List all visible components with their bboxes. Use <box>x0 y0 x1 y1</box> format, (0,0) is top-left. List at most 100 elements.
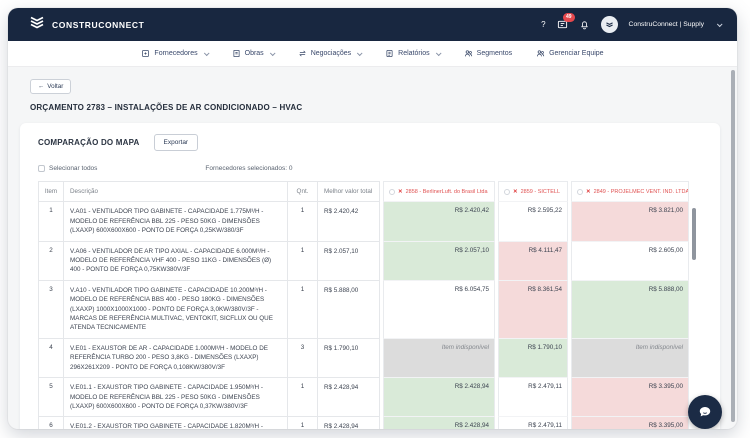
chevron-down-icon <box>435 49 442 56</box>
nav-item-obras[interactable]: Obras <box>232 49 276 58</box>
relatorios-icon <box>386 49 393 58</box>
nav-item-gerenciar-equipe[interactable]: Gerenciar Equipe <box>536 49 604 58</box>
nav-item-relatorios[interactable]: Relatórios <box>385 49 442 58</box>
topbar: CONSTRUCONNECT ? 49 ConstruConnect | Sup… <box>8 8 737 41</box>
offer-cell: R$ 3.821,00 <box>571 202 689 242</box>
table-row: 3 V.A10 - VENTILADOR TIPO GABINETE - CAPA… <box>38 280 695 339</box>
offer-cell: R$ 4.111,47 <box>498 241 568 281</box>
construconnect-logo-icon <box>28 14 46 35</box>
offer-cell: R$ 2.605,00 <box>571 241 689 281</box>
remove-supplier-icon[interactable]: ✕ <box>398 189 403 195</box>
nav-item-negociacoes[interactable]: Negociações <box>298 49 363 58</box>
row-description: V.A10 - VENTILADOR TIPO GABINETE - CAPAC… <box>64 280 288 339</box>
row-best-total: R$ 1.790,10 <box>318 338 380 379</box>
nav-item-label: Gerenciar Equipe <box>549 50 604 57</box>
obras-icon <box>233 50 240 57</box>
nav-item-label: Obras <box>244 50 264 57</box>
arrow-left-icon: ← <box>38 83 45 90</box>
table-header-row: Item Descrição Qnt. Melhor valor total ✕ 2858… <box>38 181 695 203</box>
offer-cell: R$ 2.428,94 <box>383 417 495 429</box>
select-all[interactable]: Selecionar todos <box>38 165 97 172</box>
row-best-total: R$ 2.057,10 <box>318 241 380 281</box>
row-qty: 3 <box>288 338 318 379</box>
row-description: V.E01 - EXAUSTOR DE AR - CAPACIDADE 1.00… <box>64 338 288 379</box>
row-description: V.E01.1 - EXAUSTOR TIPO GABINETE - CAPAC… <box>64 378 288 418</box>
back-label: Voltar <box>47 83 64 90</box>
table-scrollbar[interactable] <box>692 208 696 260</box>
supplier-name: 2858 - BerlinerLuft. do Brasil Ltda <box>405 188 488 195</box>
header-description: Descrição <box>64 181 288 203</box>
supplier-checkbox[interactable] <box>389 188 395 195</box>
chevron-down-icon <box>203 49 210 56</box>
offer-cell: Item indisponível <box>383 338 495 379</box>
supplier-name: 2859 - SICTELL <box>520 188 561 195</box>
header-best-total: Melhor valor total <box>318 181 380 203</box>
chat-bubble-button[interactable] <box>688 395 722 429</box>
select-all-checkbox[interactable] <box>38 165 45 172</box>
card-title: COMPARAÇÃO DO MAPA <box>38 138 140 147</box>
back-button[interactable]: ← Voltar <box>30 79 72 94</box>
supplier-checkbox[interactable] <box>504 188 510 195</box>
page-title: ORÇAMENTO 2783 – INSTALAÇÕES DE AR CONDI… <box>30 103 303 112</box>
main-nav: Fornecedores Obras Negociações Relatórios Se… <box>8 41 737 67</box>
bell-icon <box>580 21 588 30</box>
table-row: 4 V.E01 - EXAUSTOR DE AR - CAPACIDADE 1.0… <box>38 338 695 379</box>
account-menu[interactable]: ConstruConnect | Supply <box>629 21 704 28</box>
supplier-checkbox[interactable] <box>577 188 583 195</box>
help-icon[interactable]: ? <box>541 20 545 29</box>
nav-item-label: Negociações <box>310 50 352 57</box>
row-description: V.E01.2 - EXAUSTOR TIPO GABINETE - CAPAC… <box>64 417 288 429</box>
row-qty: 1 <box>288 280 318 339</box>
messages-button[interactable]: 49 <box>557 13 575 30</box>
brand: CONSTRUCONNECT <box>28 14 144 35</box>
row-qty: 1 <box>288 241 318 281</box>
row-best-total: R$ 5.888,00 <box>318 280 380 339</box>
row-item-number: 1 <box>38 202 64 242</box>
row-item-number: 4 <box>38 338 64 379</box>
offer-cell: R$ 5.888,00 <box>571 280 689 339</box>
row-item-number: 2 <box>38 241 64 281</box>
negociacoes-icon <box>299 50 306 57</box>
offer-cell: R$ 2.420,42 <box>383 202 495 242</box>
row-item-number: 3 <box>38 280 64 339</box>
select-all-label: Selecionar todos <box>49 165 98 172</box>
offer-cell: R$ 2.479,11 <box>498 417 568 429</box>
chevron-down-icon <box>716 20 723 27</box>
export-button[interactable]: Exportar <box>153 134 199 151</box>
comparison-card: COMPARAÇÃO DO MAPA Exportar Selecionar t… <box>20 123 720 429</box>
nav-item-label: Relatórios <box>398 50 430 57</box>
chat-bubble-icon <box>699 407 711 417</box>
offer-cell: R$ 8.361,54 <box>498 280 568 339</box>
row-description: V.A01 - VENTILADOR TIPO GABINETE - CAPAC… <box>64 202 288 242</box>
page-scrollbar[interactable] <box>731 70 735 422</box>
row-qty: 1 <box>288 417 318 429</box>
table-row: 6 V.E01.2 - EXAUSTOR TIPO GABINETE - CAPA… <box>38 417 695 429</box>
offer-cell: R$ 2.479,11 <box>498 378 568 418</box>
avatar[interactable] <box>600 16 618 33</box>
table-row: 1 V.A01 - VENTILADOR TIPO GABINETE - CAPA… <box>38 202 695 242</box>
nav-item-fornecedores[interactable]: Fornecedores <box>141 49 210 58</box>
nav-item-label: Fornecedores <box>154 50 198 57</box>
remove-supplier-icon[interactable]: ✕ <box>586 189 591 195</box>
row-item-number: 6 <box>38 417 64 429</box>
remove-supplier-icon[interactable]: ✕ <box>513 189 518 195</box>
supplier-name: 2849 - PROJELMEC VENT. IND. LTDA. <box>593 188 689 195</box>
supplier-header-1: ✕ 2859 - SICTELL <box>498 181 568 203</box>
gerenciar-equipe-icon <box>537 50 545 57</box>
selected-count: Fornecedores selecionados: 0 <box>205 165 293 172</box>
offer-cell: R$ 2.057,10 <box>383 241 495 281</box>
row-description: V.A06 - VENTILADOR DE AR TIPO AXIAL - CA… <box>64 241 288 281</box>
offer-cell: R$ 3.395,00 <box>571 378 689 418</box>
chevron-down-icon <box>357 49 363 56</box>
row-best-total: R$ 2.420,42 <box>318 202 380 242</box>
supplier-header-0: ✕ 2858 - BerlinerLuft. do Brasil Ltda <box>383 181 495 203</box>
chevron-down-icon <box>269 49 276 56</box>
supplier-header-2: ✕ 2849 - PROJELMEC VENT. IND. LTDA. <box>571 181 689 203</box>
offer-cell: R$ 3.395,00 <box>571 417 689 429</box>
row-qty: 1 <box>288 202 318 242</box>
row-qty: 1 <box>288 378 318 418</box>
bell-button[interactable] <box>579 19 590 30</box>
nav-item-segmentos[interactable]: Segmentos <box>464 49 512 58</box>
brand-name: CONSTRUCONNECT <box>52 19 145 30</box>
header-qty: Qnt. <box>288 181 318 203</box>
